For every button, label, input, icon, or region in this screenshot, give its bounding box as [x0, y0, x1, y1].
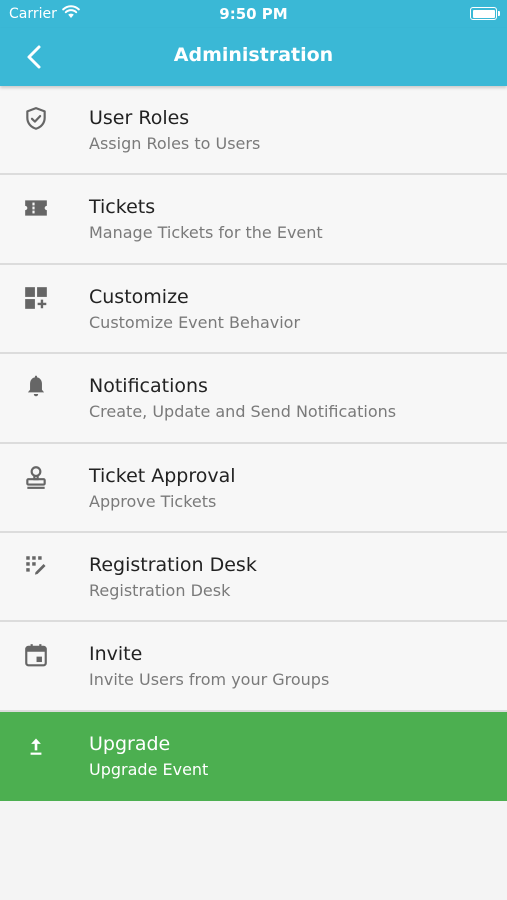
- upload-arrow-icon: [30, 738, 42, 755]
- admin-menu-list: User Roles Assign Roles to Users Tickets…: [0, 86, 507, 802]
- menu-item-label: Upgrade: [89, 732, 171, 755]
- status-time: 9:50 PM: [219, 5, 288, 23]
- menu-item-label: Customize: [89, 285, 189, 308]
- keypad-edit-icon: [26, 556, 46, 575]
- menu-item-customize[interactable]: Customize Customize Event Behavior: [0, 264, 507, 355]
- bell-icon: [27, 375, 45, 397]
- menu-item-label: Registration Desk: [89, 553, 257, 576]
- menu-item-subtitle: Create, Update and Send Notifications: [89, 402, 397, 422]
- menu-item-label: Tickets: [89, 196, 156, 219]
- shield-check-icon: [26, 107, 46, 130]
- menu-item-tickets[interactable]: Tickets Manage Tickets for the Event: [0, 175, 507, 265]
- page-title: Administration: [173, 44, 334, 66]
- menu-item-subtitle: Assign Roles to Users: [89, 134, 261, 153]
- battery-icon: [470, 7, 500, 20]
- menu-item-invite[interactable]: Invite Invite Users from your Groups: [0, 622, 507, 712]
- menu-item-label: Invite: [89, 643, 143, 666]
- menu-item-subtitle: Invite Users from your Groups: [89, 670, 330, 690]
- menu-item-subtitle: Approve Tickets: [89, 491, 217, 511]
- menu-item-notifications[interactable]: Notifications Create, Update and Send No…: [0, 354, 507, 444]
- dashboard-add-icon: [25, 286, 47, 309]
- calendar-icon: [25, 644, 47, 667]
- menu-item-label: User Roles: [89, 107, 190, 129]
- stamp-icon: [26, 465, 46, 489]
- menu-item-label: Ticket Approval: [89, 464, 236, 487]
- menu-item-label: Notifications: [89, 375, 208, 398]
- menu-item-subtitle: Customize Event Behavior: [89, 312, 301, 332]
- ticket-icon: [25, 200, 47, 216]
- menu-item-upgrade[interactable]: Upgrade Upgrade Event: [0, 711, 507, 802]
- menu-item-user-roles[interactable]: User Roles Assign Roles to Users: [0, 86, 507, 176]
- menu-item-subtitle: Manage Tickets for the Event: [89, 223, 323, 243]
- navigation-bar: Administration: [0, 28, 507, 86]
- menu-item-subtitle: Upgrade Event: [89, 759, 209, 779]
- menu-item-ticket-approval[interactable]: Ticket Approval Approve Tickets: [0, 443, 507, 533]
- menu-item-registration-desk[interactable]: Registration Desk Registration Desk: [0, 532, 507, 623]
- menu-item-subtitle: Registration Desk: [89, 580, 231, 600]
- status-bar: Carrier 9:50 PM: [0, 0, 507, 28]
